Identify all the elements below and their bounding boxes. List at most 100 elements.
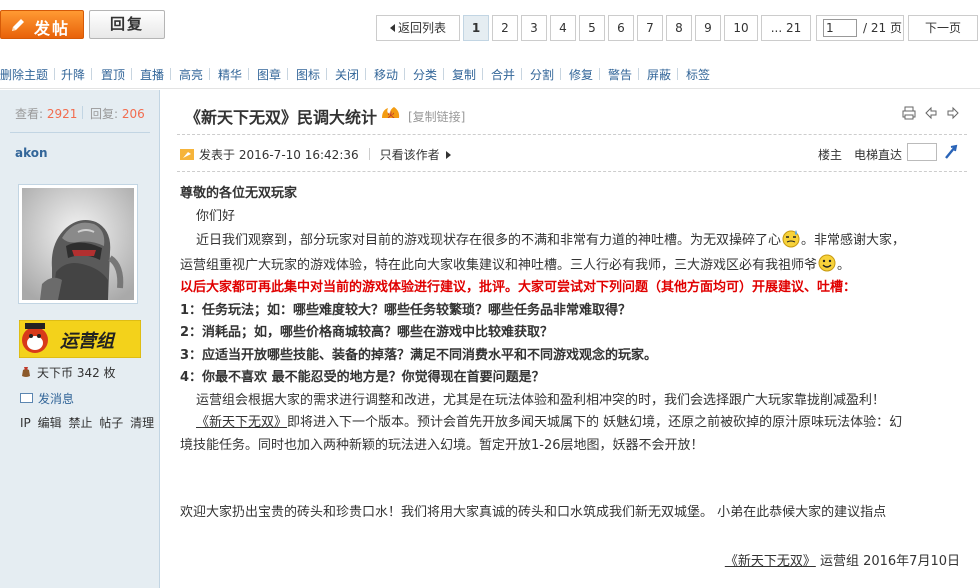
paragraph-line: 境技能任务。同时也加入两种新颖的玩法进入幻境。暂定开放1-26层地图，妖器不会开… <box>180 437 704 453</box>
mod-bump[interactable]: 升降 <box>61 66 85 83</box>
new-post-button[interactable]: 发帖 <box>0 10 84 39</box>
only-author-link[interactable]: 只看该作者 <box>380 148 440 162</box>
divider <box>482 68 483 80</box>
page-link-2[interactable]: 2 <box>492 15 518 41</box>
paragraph-text: 。非常感谢大家， <box>801 233 906 248</box>
avatar[interactable] <box>18 184 138 304</box>
divider <box>521 68 522 80</box>
mod-digest[interactable]: 精华 <box>218 66 242 83</box>
previous-thread-icon[interactable] <box>924 106 938 120</box>
mod-highlight[interactable]: 高亮 <box>179 66 203 83</box>
next-page-button[interactable]: 下一页 <box>908 15 978 41</box>
page-link-3[interactable]: 3 <box>521 15 547 41</box>
paragraph-text: 。 <box>837 257 851 273</box>
page-link-5[interactable]: 5 <box>579 15 605 41</box>
paragraph-line: 《新天下无双》即将进入下一个版本。预计会首先开放多闻天城属下的 妖魅幻境，还原之… <box>180 412 970 435</box>
divider <box>248 68 249 80</box>
print-icon[interactable] <box>902 106 916 120</box>
page-link-7[interactable]: 7 <box>637 15 663 41</box>
mod-close[interactable]: 关闭 <box>335 66 359 83</box>
mod-live[interactable]: 直播 <box>140 66 164 83</box>
page-link-9[interactable]: 9 <box>695 15 721 41</box>
back-to-list-label: 返回列表 <box>397 21 446 35</box>
send-message-link[interactable]: 发消息 <box>20 390 74 407</box>
mod-merge[interactable]: 合并 <box>491 66 515 83</box>
send-message-label: 发消息 <box>38 392 75 406</box>
mod-icon[interactable]: 图标 <box>296 66 320 83</box>
view-count-label: 查看: <box>15 107 44 121</box>
mod-delete-thread[interactable]: 删除主题 <box>0 66 48 83</box>
signature-text: 运营组 2016年7月10日 <box>819 554 960 569</box>
floor-label: 楼主 <box>818 148 843 162</box>
divider <box>177 171 967 172</box>
page-link-8[interactable]: 8 <box>666 15 692 41</box>
paragraph-line: 运营组会根据大家的需求进行调整和改进，尤其是在玩法体验和盈利相冲突的时，我们会选… <box>196 392 886 408</box>
ban-user-link[interactable]: 禁止 <box>68 416 92 430</box>
mod-copy[interactable]: 复制 <box>452 66 476 83</box>
group-badge: 运营组 <box>19 320 141 358</box>
back-to-list-button[interactable]: 返回列表 <box>376 15 460 41</box>
divider <box>677 68 678 80</box>
divider <box>91 68 92 80</box>
paragraph-text: 即将进入下一个版本。预计会首先开放多闻天城属下的 妖魅幻境，还原之前被砍掉的原汁… <box>287 415 903 430</box>
hot-label: 火 <box>388 111 396 119</box>
sweat-emoticon-icon <box>782 230 800 248</box>
mod-repair[interactable]: 修复 <box>569 66 593 83</box>
page-total: / 21 页 <box>863 21 902 35</box>
mod-block[interactable]: 屏蔽 <box>647 66 671 83</box>
cleanup-link[interactable]: 清理 <box>130 416 154 430</box>
divider <box>287 68 288 80</box>
mod-sticky[interactable]: 置顶 <box>101 66 125 83</box>
closing-line: 欢迎大家扔出宝贵的砖头和珍贵口水！我们将用大家真诚的砖头和口水筑成我们新无双城堡… <box>180 505 887 520</box>
page-jump-input[interactable] <box>823 19 857 37</box>
top-toolbar: 发帖 回复 返回列表 1 2 3 4 5 6 7 8 9 10 ... 21 /… <box>0 0 980 50</box>
divider <box>638 68 639 80</box>
post-date: 发表于 2016-7-10 16:42:36 <box>199 148 359 162</box>
jump-go-icon[interactable] <box>943 144 959 160</box>
page-link-1[interactable]: 1 <box>463 15 489 41</box>
moderation-bar: 删除主题 升降 置顶 直播 高亮 精华 图章 图标 关闭 移动 分类 复制 合并… <box>0 56 980 89</box>
copy-link[interactable]: [复制链接] <box>408 108 465 125</box>
reply-button[interactable]: 回复 <box>89 10 165 39</box>
page-link-10[interactable]: 10 <box>724 15 758 41</box>
badge-label: 运营组 <box>60 331 116 352</box>
mod-tags[interactable]: 标签 <box>686 66 710 83</box>
mod-move[interactable]: 移动 <box>374 66 398 83</box>
mod-split[interactable]: 分割 <box>530 66 554 83</box>
page-jump: / 21 页 <box>816 15 904 41</box>
edit-user-link[interactable]: 编辑 <box>38 416 62 430</box>
signature: 《新天下无双》 运营组 2016年7月10日 <box>725 550 960 569</box>
page-link-6[interactable]: 6 <box>608 15 634 41</box>
coin-bag-icon <box>22 367 30 377</box>
author-name[interactable]: akon <box>15 146 48 160</box>
next-thread-icon[interactable] <box>946 106 960 120</box>
mod-category[interactable]: 分类 <box>413 66 437 83</box>
game-name-link[interactable]: 《新天下无双》 <box>725 554 816 569</box>
hot-icon: 火 <box>382 107 400 119</box>
highlight-line: 以后大家都可再此集中对当前的游戏体验进行建议，批评。大家可尝试对下列问题（其他方… <box>180 280 857 295</box>
mod-warn[interactable]: 警告 <box>608 66 632 83</box>
post-status-icon <box>180 149 194 160</box>
divider <box>131 68 132 80</box>
paragraph-text: 近日我们观察到，部分玩家对目前的游戏现状存在很多的不满和非常有力道的神吐槽。为无… <box>196 233 782 248</box>
question-item: 1：任务玩法；如：哪些难度较大？哪些任务较繁琐？哪些任务品非常难取得？ <box>180 302 632 318</box>
greeting-sub: 你们好 <box>196 208 236 224</box>
post-main: 《新天下无双》民调大统计 火 [复制链接] 发表于 2016-7-10 16:4… <box>161 90 980 588</box>
smile-emoticon-icon <box>818 254 836 271</box>
user-posts-link[interactable]: 帖子 <box>99 416 123 430</box>
page-link-4[interactable]: 4 <box>550 15 576 41</box>
coin-count-label: 天下币 342 枚 <box>37 366 116 380</box>
view-count-value: 2921 <box>46 107 78 121</box>
greeting-line: 尊敬的各位无双玩家 <box>180 186 298 201</box>
mod-stamp[interactable]: 图章 <box>257 66 281 83</box>
page-link-last[interactable]: ... 21 <box>761 15 811 41</box>
ip-link[interactable]: IP <box>20 416 31 430</box>
caret-right-icon <box>445 151 451 159</box>
divider <box>82 106 83 119</box>
reply-count-label: 回复: <box>90 107 119 121</box>
divider <box>599 68 600 80</box>
divider <box>326 68 327 80</box>
coin-count: 天下币 342 枚 <box>20 364 116 381</box>
jump-to-floor-input[interactable] <box>907 143 937 161</box>
game-name-link[interactable]: 《新天下无双》 <box>196 415 287 430</box>
